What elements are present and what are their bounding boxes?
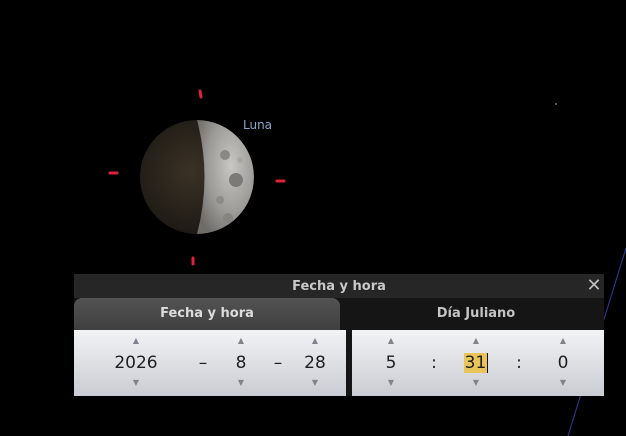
close-icon[interactable]: ✕ [584,274,604,298]
minute-spinbox[interactable]: ▲ 31 ▼ [458,330,494,396]
date-time-dialog: Fecha y hora ✕ Fecha y hora Día Juliano … [74,274,604,396]
tab-dia-juliano[interactable]: Día Juliano [348,298,604,330]
date-separator: – [273,353,283,373]
day-spinbox[interactable]: ▲ 28 ▼ [296,330,334,396]
date-separator: – [198,353,208,373]
minute-value[interactable]: 31 [463,353,489,373]
day-value[interactable]: 28 [296,353,334,373]
star [555,103,557,105]
month-spinbox[interactable]: ▲ 8 ▼ [224,330,258,396]
second-value[interactable]: 0 [548,353,578,373]
moon-lit-side [197,120,254,234]
chevron-up-icon[interactable]: ▲ [548,336,578,345]
time-separator: : [516,353,522,373]
chevron-up-icon[interactable]: ▲ [376,336,406,345]
chevron-down-icon[interactable]: ▼ [296,378,334,387]
chevron-up-icon[interactable]: ▲ [224,336,258,345]
hour-value[interactable]: 5 [376,353,406,373]
tab-fecha-y-hora[interactable]: Fecha y hora [74,298,340,330]
chevron-down-icon[interactable]: ▼ [224,378,258,387]
time-panel: ▲ 5 ▼ : ▲ 31 ▼ : ▲ 0 ▼ [352,330,604,396]
year-value[interactable]: 2026 [106,353,166,373]
chevron-up-icon[interactable]: ▲ [458,336,494,345]
hour-spinbox[interactable]: ▲ 5 ▼ [376,330,406,396]
chevron-down-icon[interactable]: ▼ [376,378,406,387]
date-panel: ▲ 2026 ▼ – ▲ 8 ▼ – ▲ 28 ▼ [74,330,346,396]
moon-label[interactable]: Luna [243,118,272,132]
year-spinbox[interactable]: ▲ 2026 ▼ [106,330,166,396]
chevron-down-icon[interactable]: ▼ [458,378,494,387]
dialog-title[interactable]: Fecha y hora [74,274,604,298]
chevron-up-icon[interactable]: ▲ [106,336,166,345]
chevron-down-icon[interactable]: ▼ [548,378,578,387]
chevron-up-icon[interactable]: ▲ [296,336,334,345]
second-spinbox[interactable]: ▲ 0 ▼ [548,330,578,396]
marker-top [198,89,203,99]
time-separator: : [431,353,437,373]
month-value[interactable]: 8 [224,353,258,373]
chevron-down-icon[interactable]: ▼ [106,378,166,387]
